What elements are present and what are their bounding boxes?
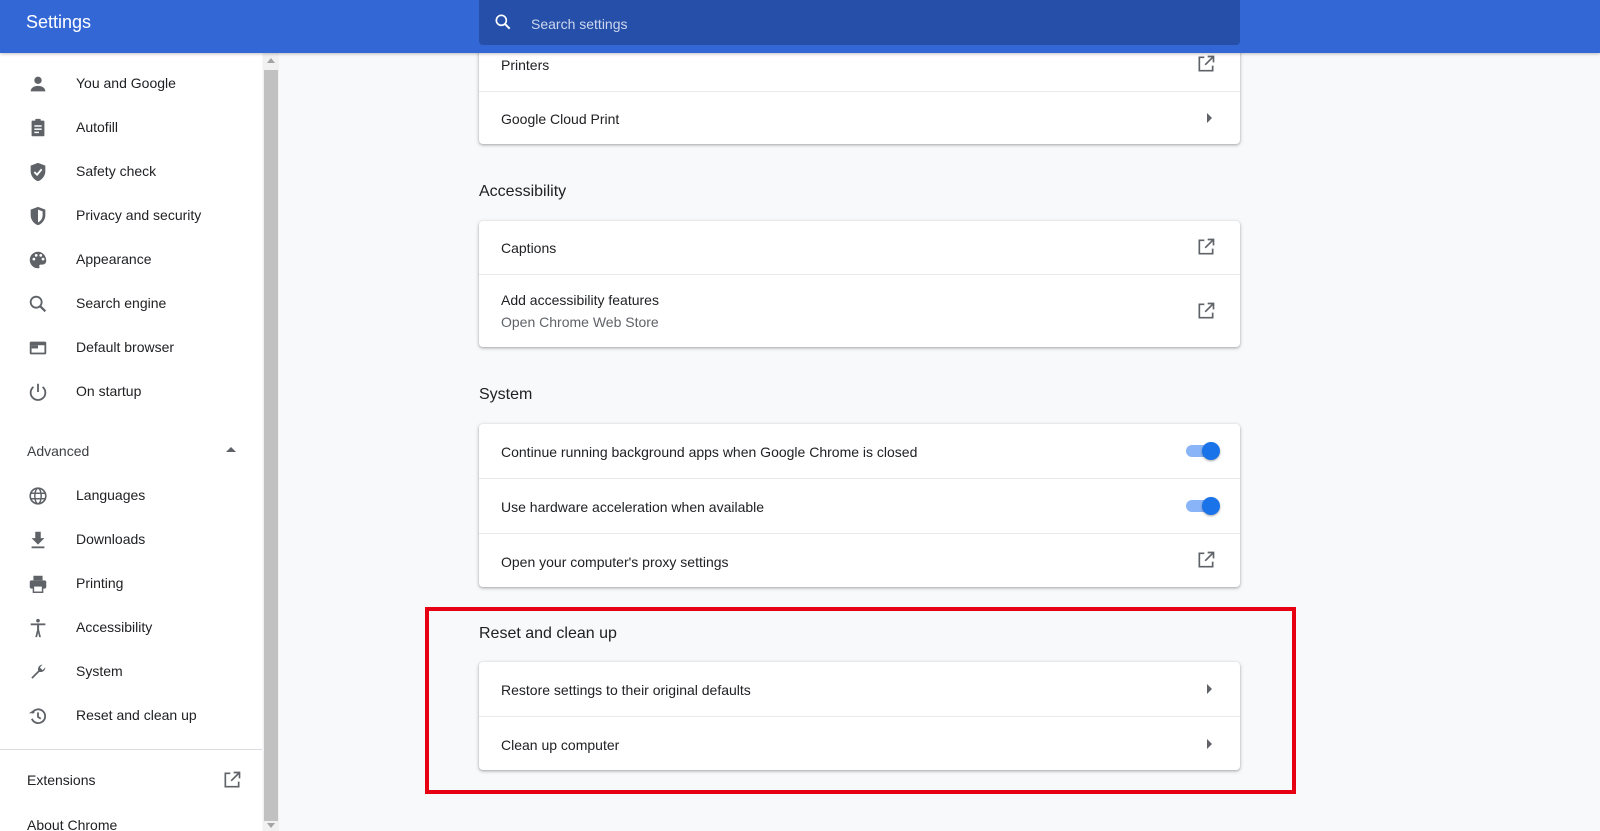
captions-label: Captions <box>501 240 557 256</box>
accessibility-card: Captions Add accessibility features Open… <box>479 221 1240 347</box>
shield-check-icon <box>30 162 46 182</box>
browser-window-icon <box>29 341 47 355</box>
sidebar-item-extensions[interactable]: Extensions <box>0 758 262 802</box>
printing-card: Printers Google Cloud Print <box>479 40 1240 144</box>
sidebar-item-autofill[interactable]: Autofill <box>0 105 262 149</box>
reset-card: Restore settings to their original defau… <box>479 662 1240 770</box>
power-icon <box>29 383 47 401</box>
reset-section-title: Reset and clean up <box>479 625 617 642</box>
person-icon <box>30 76 46 92</box>
google-cloud-print-row[interactable]: Google Cloud Print <box>479 91 1240 145</box>
sidebar-item-default-browser[interactable]: Default browser <box>0 325 262 369</box>
wrench-icon <box>31 664 46 679</box>
captions-row[interactable]: Captions <box>479 221 1240 274</box>
google-cloud-print-label: Google Cloud Print <box>501 111 620 127</box>
printers-label: Printers <box>501 57 550 73</box>
sidebar-item-label: System <box>76 663 123 679</box>
search-icon <box>495 14 511 30</box>
globe-icon <box>29 487 47 505</box>
restore-defaults-row[interactable]: Restore settings to their original defau… <box>479 662 1240 716</box>
download-icon <box>31 531 45 549</box>
sidebar-item-label: Reset and clean up <box>76 707 197 723</box>
sidebar-item-safety-check[interactable]: Safety check <box>0 149 262 193</box>
sidebar-item-label: Search engine <box>76 295 167 311</box>
sidebar-item-system[interactable]: System <box>0 649 262 693</box>
search-icon <box>29 295 47 313</box>
scroll-down-arrow-icon[interactable] <box>267 823 275 828</box>
sidebar-item-reset-and-clean-up[interactable]: Reset and clean up <box>0 693 262 737</box>
sidebar-item-you-and-google[interactable]: You and Google <box>0 61 262 105</box>
sidebar-item-about-chrome[interactable]: About Chrome <box>27 817 117 831</box>
toggle-knob <box>1202 497 1220 515</box>
top-bar: Settings <box>0 0 1600 53</box>
sidebar-item-on-startup[interactable]: On startup <box>0 369 262 413</box>
restore-defaults-label: Restore settings to their original defau… <box>501 682 751 698</box>
open-in-new-icon <box>1198 238 1215 255</box>
system-section-title: System <box>479 386 533 403</box>
sidebar-item-languages[interactable]: Languages <box>0 473 262 517</box>
clean-up-computer-row[interactable]: Clean up computer <box>479 716 1240 771</box>
sidebar-item-label: Appearance <box>76 251 152 267</box>
shield-half-icon <box>30 206 46 226</box>
toggle-knob <box>1202 442 1220 460</box>
system-card: Continue running background apps when Go… <box>479 424 1240 587</box>
sidebar: You and Google Autofill Safety check Pri… <box>0 53 262 831</box>
add-features-sublabel: Open Chrome Web Store <box>501 314 659 330</box>
proxy-settings-label: Open your computer's proxy settings <box>501 554 729 570</box>
hardware-acceleration-toggle[interactable] <box>1184 496 1220 516</box>
clean-up-computer-label: Clean up computer <box>501 737 620 753</box>
sidebar-divider <box>0 749 262 750</box>
app-title: Settings <box>26 12 92 32</box>
sidebar-item-label: You and Google <box>76 75 176 91</box>
open-in-new-icon <box>1198 55 1215 72</box>
caret-up-icon <box>226 447 236 452</box>
open-in-new-icon <box>1198 302 1215 319</box>
proxy-settings-row[interactable]: Open your computer's proxy settings <box>479 533 1240 588</box>
chevron-right-icon <box>1207 739 1212 749</box>
sidebar-item-label: Autofill <box>76 119 119 135</box>
advanced-toggle[interactable]: Advanced <box>0 429 262 473</box>
sidebar-item-label: Downloads <box>76 531 146 547</box>
sidebar-item-search-engine[interactable]: Search engine <box>0 281 262 325</box>
sidebar-item-label: Privacy and security <box>76 207 202 223</box>
extensions-label: Extensions <box>27 772 96 788</box>
palette-icon <box>29 251 47 269</box>
scrollbar-thumb[interactable] <box>264 70 278 821</box>
sidebar-item-label: On startup <box>76 383 142 399</box>
background-apps-label: Continue running background apps when Go… <box>501 444 918 460</box>
scroll-up-arrow-icon[interactable] <box>267 58 275 63</box>
sidebar-item-label: Printing <box>76 575 124 591</box>
sidebar-item-printing[interactable]: Printing <box>0 561 262 605</box>
accessibility-icon <box>30 618 46 638</box>
printer-icon <box>29 575 47 593</box>
sidebar-scrollbar[interactable] <box>263 53 279 831</box>
sidebar-item-appearance[interactable]: Appearance <box>0 237 262 281</box>
background-apps-row[interactable]: Continue running background apps when Go… <box>479 424 1240 478</box>
advanced-label: Advanced <box>27 443 90 459</box>
chevron-right-icon <box>1207 684 1212 694</box>
clipboard-icon <box>31 118 45 137</box>
background-apps-toggle[interactable] <box>1184 441 1220 461</box>
sidebar-item-privacy-and-security[interactable]: Privacy and security <box>0 193 262 237</box>
hardware-acceleration-label: Use hardware acceleration when available <box>501 499 765 515</box>
chevron-right-icon <box>1207 113 1212 123</box>
search-input[interactable] <box>529 0 1213 47</box>
hardware-acceleration-row[interactable]: Use hardware acceleration when available <box>479 478 1240 534</box>
accessibility-section-title: Accessibility <box>479 183 567 200</box>
search-box[interactable] <box>479 0 1240 47</box>
sidebar-item-label: Safety check <box>76 163 157 179</box>
sidebar-item-downloads[interactable]: Downloads <box>0 517 262 561</box>
sidebar-item-label: Languages <box>76 487 146 503</box>
sidebar-item-label: Default browser <box>76 339 175 355</box>
sidebar-item-accessibility[interactable]: Accessibility <box>0 605 262 649</box>
sidebar-item-label: Accessibility <box>76 619 153 635</box>
history-icon <box>28 708 47 724</box>
open-in-new-icon <box>224 771 241 788</box>
open-in-new-icon <box>1198 551 1215 568</box>
add-accessibility-features-row[interactable]: Add accessibility features Open Chrome W… <box>479 274 1240 348</box>
add-features-label: Add accessibility features <box>501 292 659 308</box>
